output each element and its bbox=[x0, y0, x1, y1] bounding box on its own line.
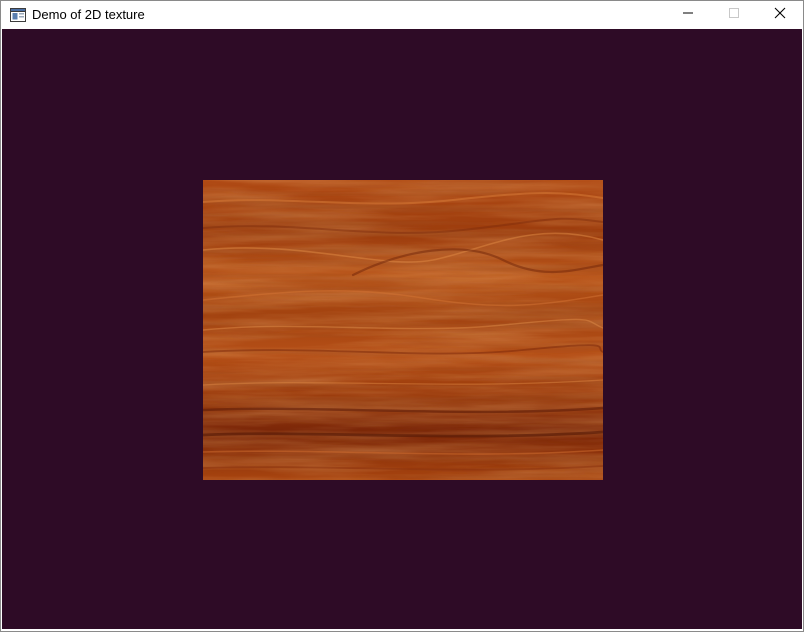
title-bar[interactable]: Demo of 2D texture bbox=[1, 1, 803, 29]
wood-texture-quad bbox=[203, 180, 603, 480]
maximize-icon bbox=[728, 6, 740, 24]
close-button[interactable] bbox=[757, 1, 803, 29]
minimize-button[interactable] bbox=[665, 1, 711, 29]
opengl-app-icon[interactable] bbox=[10, 7, 26, 23]
maximize-button[interactable] bbox=[711, 1, 757, 29]
window-title: Demo of 2D texture bbox=[32, 7, 145, 22]
close-icon bbox=[774, 6, 786, 24]
app-window: Demo of 2D texture bbox=[0, 0, 804, 632]
opengl-viewport[interactable] bbox=[2, 29, 802, 629]
minimize-icon bbox=[682, 6, 694, 24]
wood-grain-texture bbox=[203, 180, 603, 480]
